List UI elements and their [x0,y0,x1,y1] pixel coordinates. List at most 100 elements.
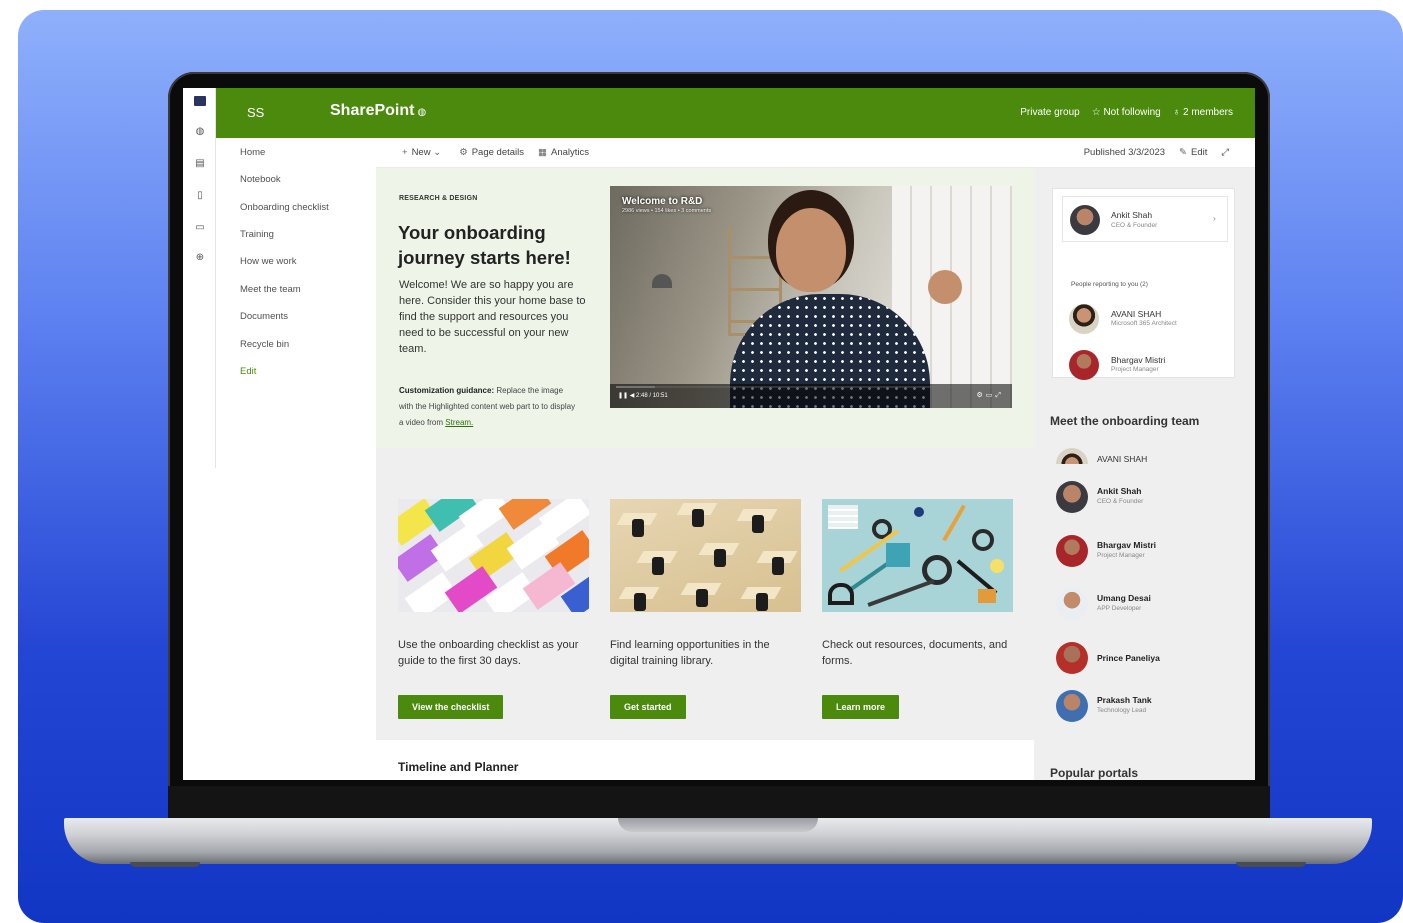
nav-item-meet-the-team[interactable]: Meet the team [240,284,301,295]
video-time: ❚❚ ◀ 2:48 / 10:51 [618,392,668,399]
team-member-name[interactable]: Umang Desai [1097,593,1151,603]
team-member-name[interactable]: Prince Paneliya [1097,653,1160,663]
nav-item-documents[interactable]: Documents [240,311,288,322]
chart-icon: ▦ [538,147,547,158]
gear-icon: ⚙ [459,147,468,158]
video-right-controls: ⚙▭⤢ [976,391,1004,400]
team-member-role: CEO & Founder [1097,498,1144,505]
view-checklist-button[interactable]: View the checklist [398,695,504,719]
app-launcher-icon[interactable] [194,96,206,106]
nav-item-how-we-work[interactable]: How we work [240,256,297,267]
privacy-label: Private group [1020,107,1080,118]
timeline-section: Timeline and Planner [376,740,1034,780]
team-member-role: APP Developer [1097,605,1142,612]
avatar [1070,205,1100,235]
laptop-screen: ◍ ▤ ▯ ▭ ⊕ SS SharePoint ◍ Private group ☆… [183,88,1255,780]
avatar [1056,535,1088,567]
follow-button[interactable]: ☆ Not following [1092,107,1161,118]
list-icon[interactable]: ▭ [194,222,206,234]
stream-link[interactable]: Stream. [445,418,473,427]
laptop-foot-left [130,862,200,867]
card-training: Find learning opportunities in the digit… [610,499,801,719]
nav-item-recycle-bin[interactable]: Recycle bin [240,339,289,350]
avatar [1056,481,1088,513]
nav-item-training[interactable]: Training [240,229,274,240]
right-column: Ankit Shah CEO & Founder › People report… [1034,168,1255,780]
laptop-bezel-bottom [168,786,1270,822]
globe-icon: ◍ [417,107,427,118]
org-chart-card: Ankit Shah CEO & Founder › People report… [1052,188,1235,380]
manager-role: CEO & Founder [1111,222,1158,229]
app-rail: ◍ ▤ ▯ ▭ ⊕ [183,88,216,468]
video-title: Welcome to R&D [622,196,703,207]
settings-icon[interactable]: ⚙ [976,392,985,399]
nav-item-onboarding-checklist[interactable]: Onboarding checklist [240,202,329,213]
avatar [1069,350,1099,380]
laptop-foot-right [1236,862,1306,867]
members-button[interactable]: ♁ 2 members [1173,107,1233,118]
file-icon[interactable]: ▯ [194,190,206,202]
chevron-down-icon: ⌄ [433,147,442,158]
edit-label: Edit [1191,147,1208,158]
avatar [1056,690,1088,722]
volume-icon[interactable]: ◀ [630,393,635,399]
hero-title: Your onboarding journey starts here! [398,222,571,268]
team-member-name[interactable]: Bhargav Mistri [1097,540,1156,550]
new-label: New [411,147,431,158]
team-member-role: Project Manager [1097,552,1145,559]
team-member-name[interactable]: Ankit Shah [1097,486,1141,496]
report-role: Project Manager [1111,366,1159,373]
nav-edit-link[interactable]: Edit [240,366,256,377]
analytics-label: Analytics [551,147,590,158]
video-presenter-hand [928,270,962,304]
edit-button[interactable]: ✎ Edit [1179,147,1207,158]
report-name[interactable]: Bhargav Mistri [1111,355,1165,365]
avatar [1056,448,1088,464]
card-text: Find learning opportunities in the digit… [610,639,770,667]
manager-card[interactable]: Ankit Shah CEO & Founder › [1062,196,1228,242]
nav-item-home[interactable]: Home [240,147,265,158]
plus-icon: + [402,147,408,158]
add-circle-icon[interactable]: ⊕ [194,252,206,264]
welcome-video[interactable]: Welcome to R&D 2986 views • 154 likes • … [610,186,1012,408]
captions-icon[interactable]: ▭ [986,392,996,399]
get-started-button[interactable]: Get started [610,695,686,719]
avatar [1069,304,1099,334]
page-details-button[interactable]: ⚙ Page details [459,147,524,158]
hero-body: Welcome! We are so happy you are here. C… [399,279,586,355]
video-time-text: 2:48 / 10:51 [636,393,668,399]
news-icon[interactable]: ▤ [194,158,206,170]
published-status: Published 3/3/2023 [1083,147,1166,158]
card-text: Check out resources, documents, and form… [822,639,1008,667]
customization-guidance: Customization guidance: Replace the imag… [399,383,579,431]
chevron-right-icon: › [1213,213,1216,223]
card-resources: Check out resources, documents, and form… [822,499,1013,719]
timeline-heading: Timeline and Planner [398,760,519,774]
video-meta: 2986 views • 154 likes • 3 comments [622,208,712,214]
analytics-button[interactable]: ▦ Analytics [538,147,589,158]
team-heading: Meet the onboarding team [1050,414,1200,428]
card-image-office-supplies [822,499,1013,612]
nav-item-notebook[interactable]: Notebook [240,174,281,185]
expand-icon[interactable]: ⤢ [1221,147,1229,158]
team-member-name[interactable]: Prakash Tank [1097,695,1152,705]
video-presenter-face [776,208,846,292]
page-details-label: Page details [471,147,525,158]
fullscreen-icon[interactable]: ⤢ [995,392,1004,399]
header-actions: Private group ☆ Not following ♁ 2 member… [1020,107,1233,118]
card-image-sticky-notes [398,499,589,612]
hero-eyebrow: RESEARCH & DESIGN [399,195,478,202]
team-member-role: Technology Lead [1097,707,1147,714]
globe-icon[interactable]: ◍ [194,126,206,138]
site-title[interactable]: SharePoint ◍ [330,102,426,120]
report-name[interactable]: AVANI SHAH [1111,309,1161,319]
learn-more-button[interactable]: Learn more [822,695,900,719]
card-text: Use the onboarding checklist as your gui… [398,639,579,667]
team-member-name[interactable]: AVANI SHAH [1097,454,1147,464]
pause-icon[interactable]: ❚❚ [618,393,628,399]
video-controls: ❚❚ ◀ 2:48 / 10:51 ⚙▭⤢ [610,384,1012,408]
new-button[interactable]: + New ⌄ [402,147,445,158]
site-header: SS SharePoint ◍ Private group ☆ Not follo… [216,88,1255,138]
site-initials[interactable]: SS [247,105,264,120]
command-bar: + New ⌄ ⚙ Page details ▦ Analytics Publishe… [376,138,1255,168]
